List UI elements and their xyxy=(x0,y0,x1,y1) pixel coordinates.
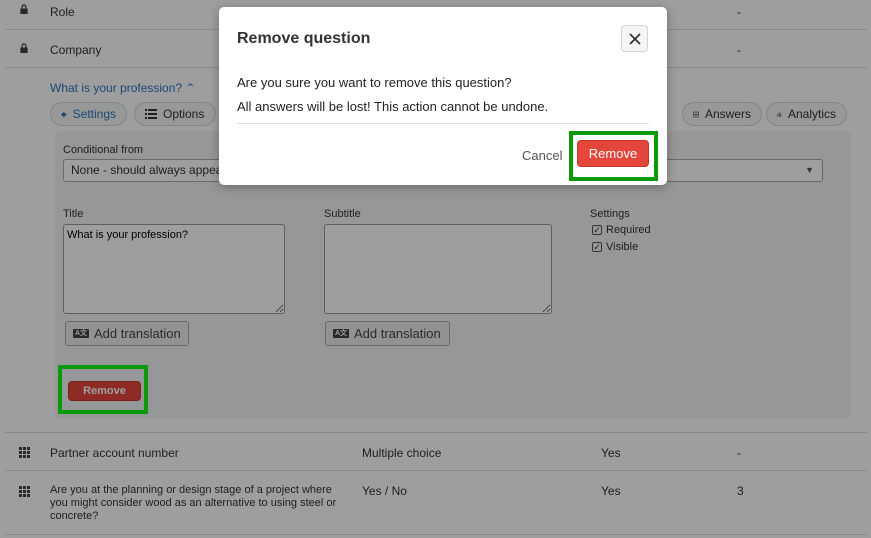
dialog-message: Are you sure you want to remove this que… xyxy=(237,75,512,90)
cancel-button[interactable]: Cancel xyxy=(522,148,562,163)
confirm-remove-button[interactable]: Remove xyxy=(577,140,649,167)
dialog-title: Remove question xyxy=(237,30,371,47)
dialog-warning: All answers will be lost! This action ca… xyxy=(237,99,549,114)
remove-question-dialog: Remove question Are you sure you want to… xyxy=(219,7,667,185)
divider xyxy=(237,123,649,124)
highlight-box xyxy=(58,365,148,414)
close-button[interactable] xyxy=(621,25,648,52)
close-icon xyxy=(628,32,641,45)
confirm-remove-label: Remove xyxy=(588,146,638,161)
